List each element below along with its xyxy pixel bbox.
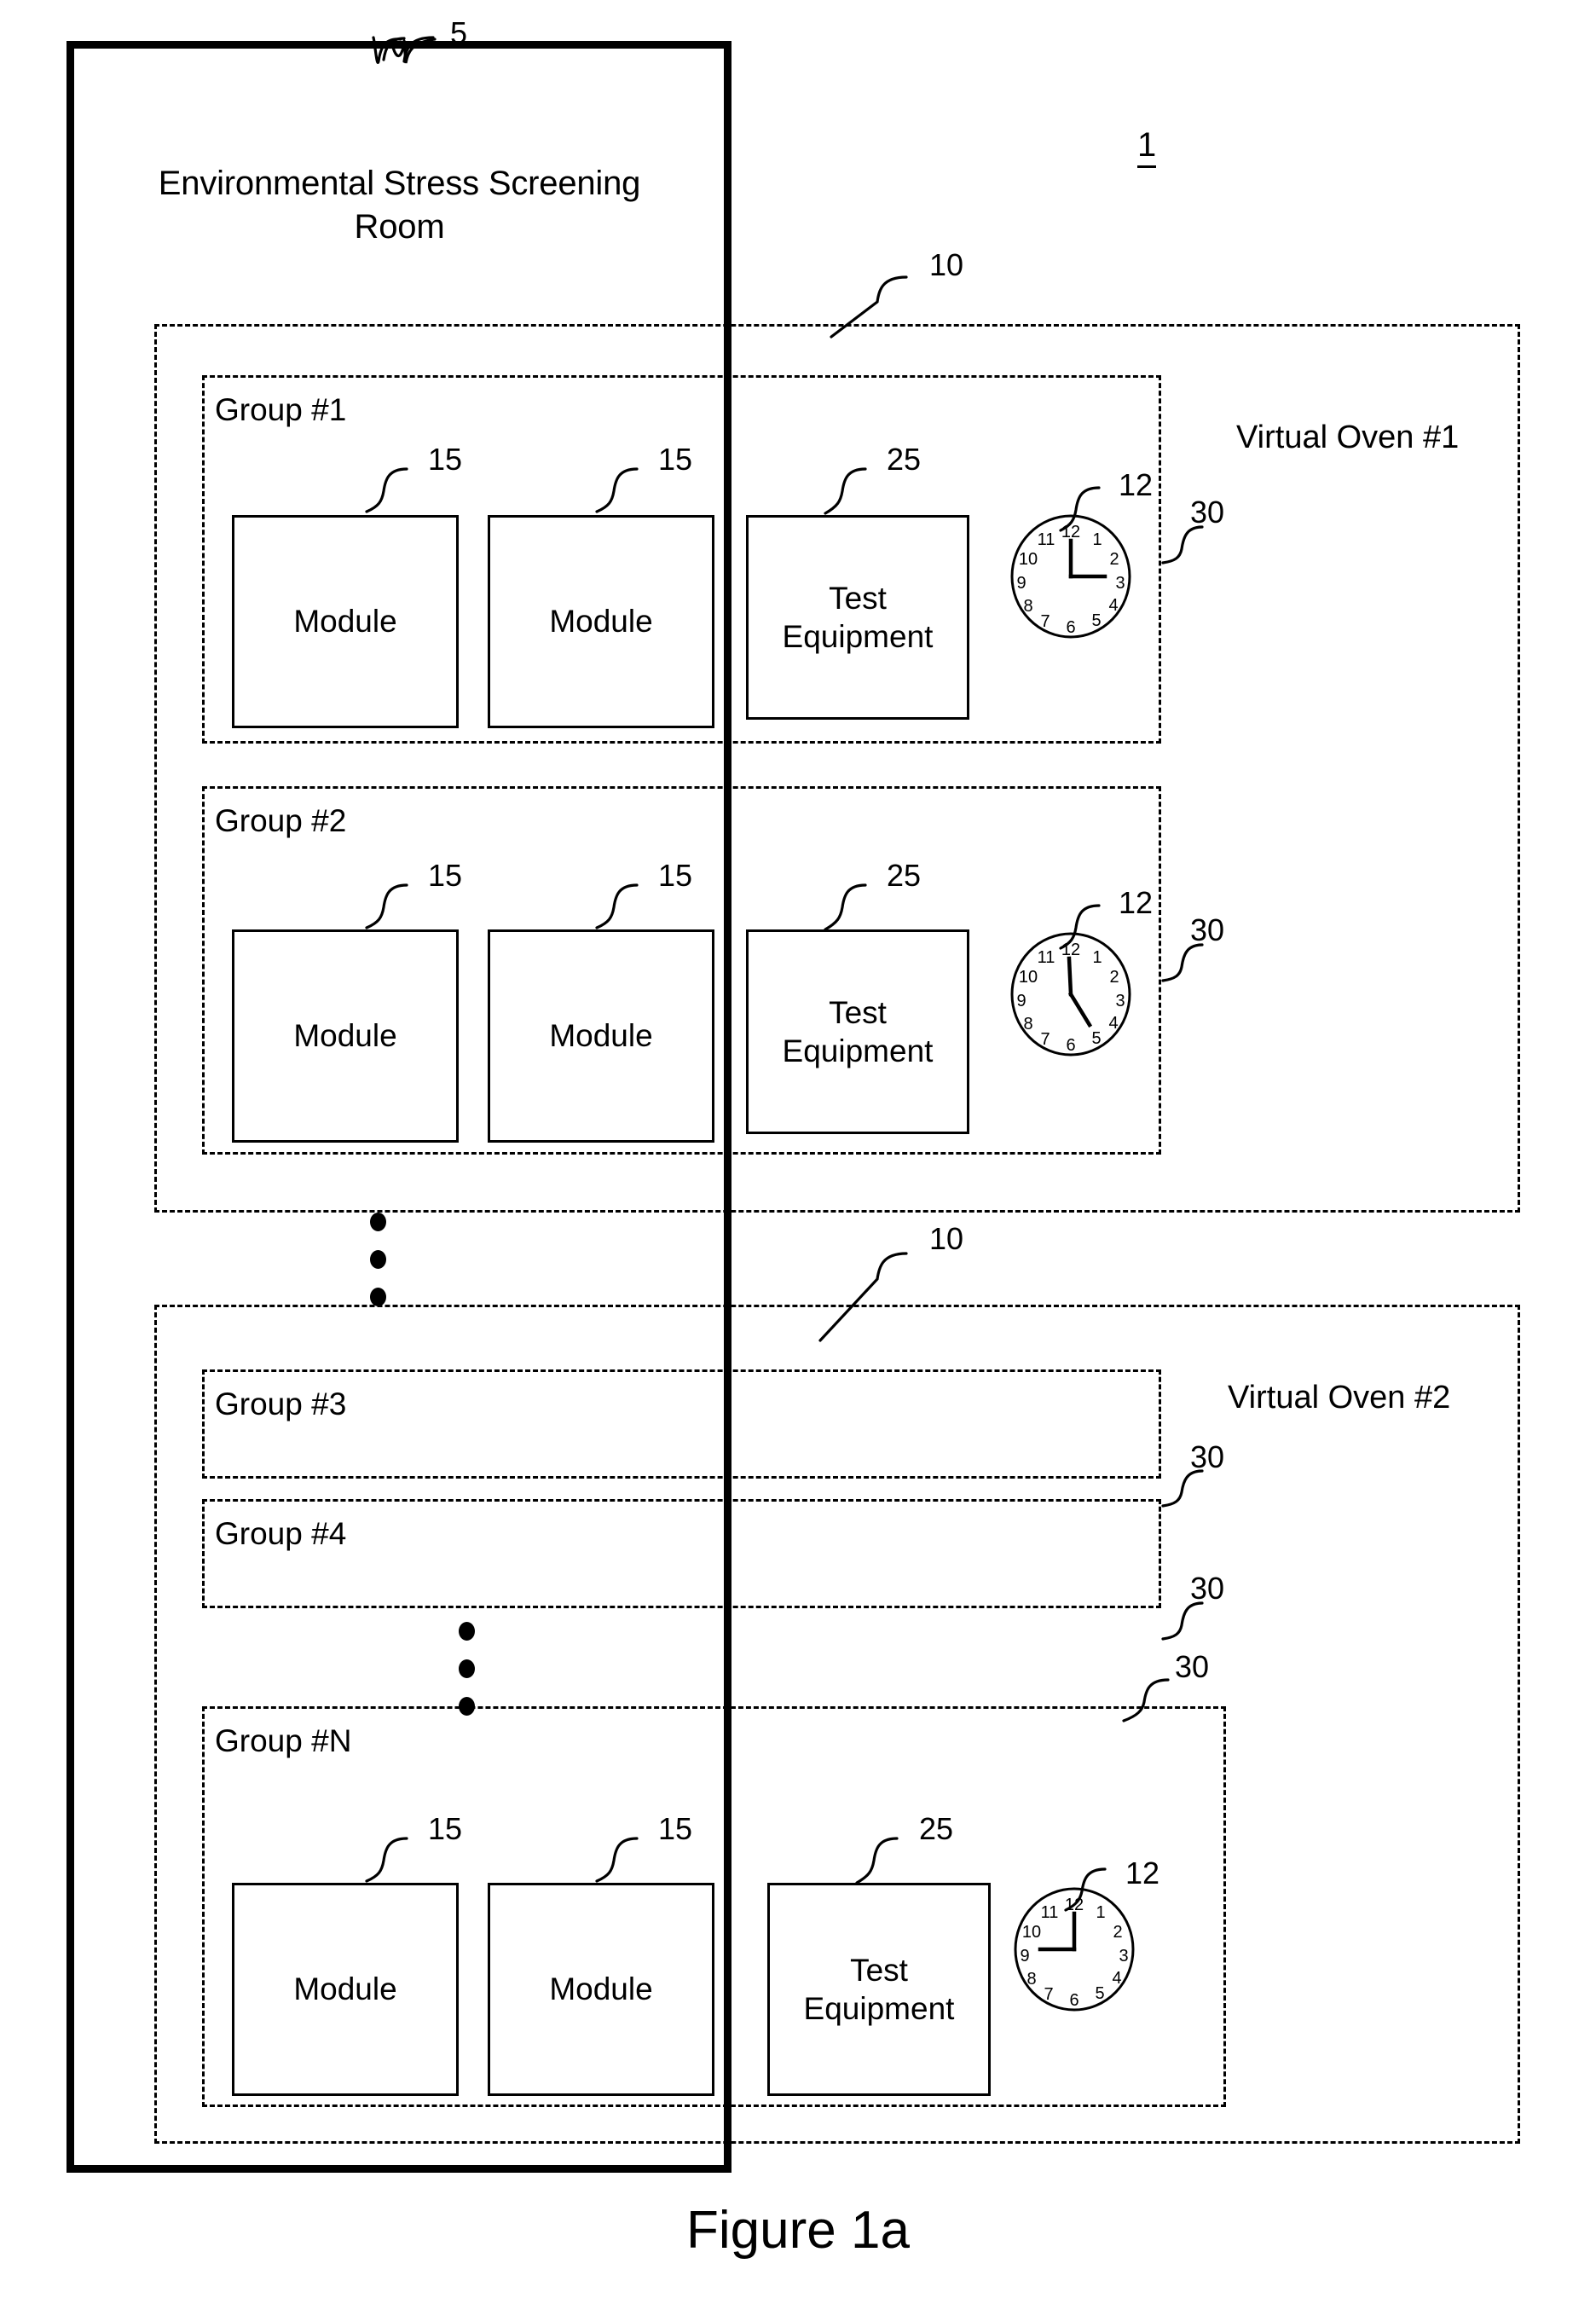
test-equipment-label-line2: Equipment <box>782 619 934 654</box>
ref-numeral-groupn-module2-15: 15 <box>658 1811 693 1846</box>
svg-text:3: 3 <box>1119 1947 1128 1966</box>
svg-text:8: 8 <box>1023 1015 1032 1033</box>
svg-text:4: 4 <box>1108 1014 1118 1033</box>
ellipsis-dot <box>459 1622 475 1641</box>
ellipsis-dot <box>459 1659 475 1678</box>
virtual-oven-2-label: Virtual Oven #2 <box>1228 1380 1451 1416</box>
group-1-test-equipment: Test Equipment <box>746 515 969 720</box>
ref-numeral-groupn-testequipment-25: 25 <box>919 1811 954 1846</box>
patent-figure-page: 1 5 Virtual Oven #1 10 Group #1 30 Modul… <box>0 0 1596 2310</box>
ref-numeral-group1-clock-12: 12 <box>1119 467 1154 502</box>
svg-text:3: 3 <box>1115 574 1125 593</box>
ref-numeral-group1-30: 30 <box>1190 495 1225 530</box>
ref-numeral-group2-module2-15: 15 <box>658 858 693 893</box>
virtual-oven-1-label: Virtual Oven #1 <box>1236 420 1460 455</box>
svg-text:5: 5 <box>1095 1984 1104 2003</box>
svg-text:11: 11 <box>1038 530 1055 549</box>
svg-text:11: 11 <box>1041 1903 1059 1922</box>
svg-text:7: 7 <box>1040 612 1050 631</box>
group-n-clock: 12 1 2 3 4 5 6 7 8 9 10 11 <box>1011 1883 1137 2017</box>
ref-numeral-oven1-10: 10 <box>929 247 964 282</box>
ref-numeral-groupn-clock-12: 12 <box>1125 1856 1160 1890</box>
svg-text:8: 8 <box>1026 1970 1036 1989</box>
svg-text:2: 2 <box>1113 1923 1122 1942</box>
test-equipment-label-line1: Test <box>829 580 887 616</box>
svg-text:3: 3 <box>1115 992 1125 1010</box>
ellipsis-dot <box>459 1697 475 1716</box>
ref-numeral-group2-module1-15: 15 <box>428 858 463 893</box>
svg-text:7: 7 <box>1040 1030 1050 1049</box>
ref-numeral-group2-testequipment-25: 25 <box>887 858 922 893</box>
ref-numeral-groupn-module1-15: 15 <box>428 1811 463 1846</box>
svg-text:10: 10 <box>1019 550 1038 569</box>
svg-text:1: 1 <box>1096 1903 1105 1922</box>
ref-numeral-room-5: 5 <box>450 15 468 50</box>
room-label-line1: Environmental Stress Screening <box>158 165 641 202</box>
svg-text:6: 6 <box>1066 618 1075 637</box>
figure-caption: Figure 1a <box>686 2201 910 2260</box>
test-equipment-label-line2: Equipment <box>782 1033 934 1068</box>
ref-numeral-group2-30: 30 <box>1190 912 1225 947</box>
svg-text:2: 2 <box>1109 968 1119 987</box>
svg-text:6: 6 <box>1069 1991 1078 2010</box>
ref-numeral-groupn-30: 30 <box>1175 1649 1210 1684</box>
ref-numeral-group2-clock-12: 12 <box>1119 885 1154 920</box>
svg-text:9: 9 <box>1020 1947 1029 1966</box>
svg-text:9: 9 <box>1016 574 1026 593</box>
svg-text:10: 10 <box>1019 968 1038 987</box>
svg-text:12: 12 <box>1061 523 1080 541</box>
test-equipment-label-line2: Equipment <box>803 1991 955 2026</box>
svg-text:4: 4 <box>1108 596 1118 615</box>
ellipsis-dot <box>370 1288 386 1306</box>
ref-numeral-group3-30: 30 <box>1190 1439 1225 1474</box>
svg-text:12: 12 <box>1065 1896 1084 1914</box>
svg-text:5: 5 <box>1091 1029 1101 1048</box>
ellipsis-between-groups <box>459 1622 475 1734</box>
environmental-stress-screening-room-boundary <box>66 41 732 2173</box>
svg-text:4: 4 <box>1112 1969 1121 1988</box>
room-label-line2: Room <box>354 208 445 246</box>
group-2-test-equipment: Test Equipment <box>746 929 969 1134</box>
group-2-clock: 12 1 2 3 4 5 6 7 8 9 10 11 <box>1008 928 1134 1062</box>
ref-numeral-oven2-10: 10 <box>929 1221 964 1256</box>
test-equipment-label-line1: Test <box>850 1952 908 1988</box>
test-equipment-label-line1: Test <box>829 994 887 1030</box>
svg-text:2: 2 <box>1109 550 1119 569</box>
svg-text:7: 7 <box>1044 1985 1053 2004</box>
svg-text:1: 1 <box>1092 530 1102 549</box>
svg-text:9: 9 <box>1016 992 1026 1010</box>
svg-text:8: 8 <box>1023 597 1032 616</box>
ref-numeral-group1-testequipment-25: 25 <box>887 442 922 477</box>
ref-numeral-group4-30: 30 <box>1190 1571 1225 1606</box>
ref-numeral-group1-module2-15: 15 <box>658 442 693 477</box>
svg-text:6: 6 <box>1066 1036 1075 1055</box>
ellipsis-dot <box>370 1213 386 1231</box>
svg-text:5: 5 <box>1091 611 1101 630</box>
system-reference-numeral: 1 <box>1137 126 1157 168</box>
ref-numeral-group1-module1-15: 15 <box>428 442 463 477</box>
svg-text:11: 11 <box>1038 948 1055 967</box>
ellipsis-between-ovens <box>370 1213 386 1325</box>
svg-text:10: 10 <box>1022 1923 1041 1942</box>
svg-text:1: 1 <box>1092 948 1102 967</box>
group-1-clock: 12 1 2 3 4 5 6 7 8 9 10 11 <box>1008 510 1134 644</box>
environmental-stress-screening-room-label: Environmental Stress Screening Room <box>82 162 717 249</box>
ellipsis-dot <box>370 1250 386 1269</box>
group-n-test-equipment: Test Equipment <box>767 1883 991 2096</box>
